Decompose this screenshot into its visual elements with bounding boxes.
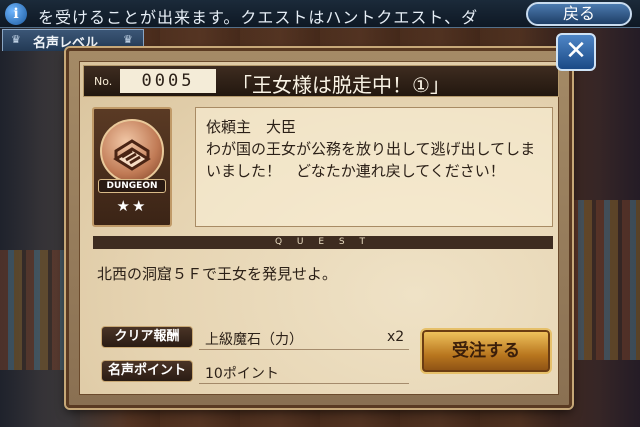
quest-title-bar: No. 0005 「王女様は脱走中！①」 bbox=[83, 65, 559, 97]
dungeon-stairs-icon bbox=[100, 119, 164, 183]
quest-section-band: Q U E S T bbox=[93, 236, 553, 249]
quest-dialog: No. 0005 「王女様は脱走中！①」 DUNGEON ★★ 依頼主 大臣 わ… bbox=[66, 48, 572, 408]
crown-icon: ♛ bbox=[11, 33, 21, 46]
dungeon-emblem: DUNGEON ★★ bbox=[92, 107, 172, 227]
fame-underline bbox=[199, 383, 409, 384]
client-name: 依頼主 大臣 bbox=[206, 118, 297, 136]
reward-item: 上級魔石（力） bbox=[205, 332, 303, 348]
quest-objective: 北西の洞窟５Ｆで王女を発見せよ。 bbox=[97, 265, 338, 283]
accept-quest-button[interactable]: 受注する bbox=[420, 328, 552, 374]
close-button[interactable]: ✕ bbox=[556, 33, 596, 71]
quest-title: 「王女様は脱走中！①」 bbox=[232, 73, 450, 97]
fame-points-value: 10ポイント bbox=[205, 366, 279, 382]
bookshelf-right bbox=[570, 200, 640, 360]
info-icon: i bbox=[5, 3, 27, 25]
quest-no-label: No. bbox=[94, 75, 113, 88]
crown-icon: ♛ bbox=[123, 33, 133, 46]
clear-reward-tag: クリア報酬 bbox=[101, 326, 193, 348]
dungeon-type-label: DUNGEON bbox=[98, 179, 166, 193]
quest-description: 依頼主 大臣 わが国の王女が公務を放り出して逃げ出してしまいました！ どなたか連… bbox=[195, 107, 553, 227]
reward-underline bbox=[199, 349, 409, 350]
quest-band-label: Q U E S T bbox=[274, 237, 371, 247]
quest-number: 0005 bbox=[120, 69, 216, 93]
ticker-text: を受けることが出来ます。クエストはハントクエスト、ダ bbox=[38, 8, 479, 26]
bookshelf-left bbox=[0, 250, 75, 370]
client-message: わが国の王女が公務を放り出して逃げ出してしまいました！ どなたか連れ戻してくださ… bbox=[206, 140, 536, 180]
reward-quantity: x2 bbox=[387, 329, 405, 345]
difficulty-stars: ★★ bbox=[116, 197, 148, 215]
close-icon: ✕ bbox=[565, 36, 587, 66]
back-button[interactable]: 戻る bbox=[526, 2, 632, 26]
info-ticker-bar: i を受けることが出来ます。クエストはハントクエスト、ダ 戻る bbox=[0, 0, 640, 28]
fame-points-tag: 名声ポイント bbox=[101, 360, 193, 382]
